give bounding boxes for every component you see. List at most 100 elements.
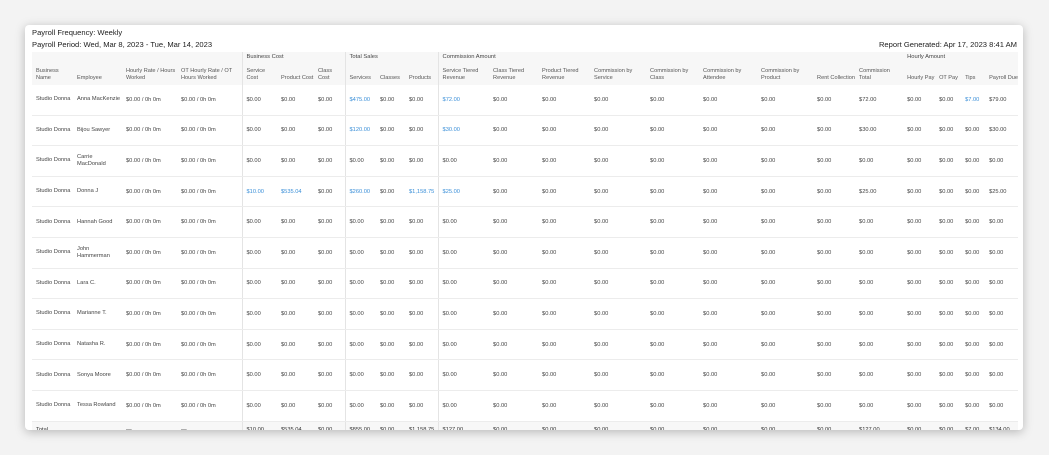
cell-commission-by-product: $0.00	[757, 85, 814, 116]
total-class-tiered-revenue: $0.00	[489, 421, 539, 430]
cell-rent-collection: $0.00	[813, 298, 856, 330]
total-label: Total	[32, 421, 73, 430]
table-row[interactable]: Studio Donna Natasha R. $0.00 / 0h 0m $0.00…	[32, 329, 1019, 361]
cell-hourly-pay: $0.00	[903, 145, 936, 177]
cell-service-tiered-revenue: $0.00	[437, 298, 490, 330]
cell-tips[interactable]: $7.00	[961, 85, 986, 116]
col-header-services: Services	[344, 62, 377, 85]
cell-commission-by-attendee: $0.00	[699, 237, 758, 269]
cell-tips: $0.00	[961, 206, 986, 238]
col-header-ot-hourly-rate-ot-hours-worked: OT Hourly Rate / OT Hours Worked	[181, 68, 233, 82]
cell-service-cost: $0.00	[241, 237, 277, 269]
col-header-rent-collection: Rent Collection	[817, 75, 855, 82]
cell-ot-hourly-rate-ot-hours-worked: $0.00 / 0h 0m	[177, 237, 242, 269]
cell-hourly-rate-hours-worked: $0.00 / 0h 0m	[122, 206, 177, 238]
cell-commission-by-service: $0.00	[590, 298, 647, 330]
cell-commission-by-product: $0.00	[757, 206, 814, 238]
cell-services: $0.00	[344, 237, 377, 269]
group-total-sales: Total Sales	[344, 52, 439, 62]
cell-hourly-pay: $0.00	[903, 176, 936, 208]
cell-commission-by-class: $0.00	[646, 237, 700, 269]
table-row[interactable]: Studio Donna Anna MacKenzie $0.00 / 0h 0m $…	[32, 85, 1019, 116]
cell-commission-by-class: $0.00	[646, 85, 700, 116]
cell-products[interactable]: $1,158.75	[405, 176, 439, 208]
table-row[interactable]: Studio Donna John Hammerman $0.00 / 0h 0m $…	[32, 237, 1019, 269]
table-row[interactable]: Studio Donna Hannah Good $0.00 / 0h 0m $0.0…	[32, 206, 1019, 238]
cell-hourly-pay: $0.00	[903, 85, 936, 116]
cell-service-tiered-revenue[interactable]: $72.00	[437, 85, 490, 116]
cell-classes: $0.00	[376, 268, 406, 300]
cell-service-cost: $0.00	[241, 298, 277, 330]
cell-class-cost: $0.00	[314, 268, 346, 300]
cell-commission-by-service: $0.00	[590, 85, 647, 116]
col-header-product-tiered-revenue: Product Tiered Revenue	[542, 68, 579, 82]
cell-service-tiered-revenue[interactable]: $30.00	[437, 115, 490, 147]
cell-hourly-pay: $0.00	[903, 206, 936, 238]
cell-services: $0.00	[344, 145, 377, 177]
table-row[interactable]: Studio Donna Sonya Moore $0.00 / 0h 0m $0.0…	[32, 359, 1019, 391]
col-header-employee: Employee	[77, 75, 102, 82]
table-row[interactable]: Studio Donna Lara C. $0.00 / 0h 0m $0.00 / …	[32, 268, 1019, 300]
cell-services: $0.00	[344, 390, 377, 422]
cell-ot-pay: $0.00	[935, 206, 962, 238]
cell-commission-by-attendee: $0.00	[699, 390, 758, 422]
cell-hourly-pay: $0.00	[903, 237, 936, 269]
cell-classes: $0.00	[376, 115, 406, 147]
total-employee	[73, 421, 122, 430]
cell-services[interactable]: $120.00	[344, 115, 377, 147]
cell-payroll-due: $30.00	[985, 115, 1019, 147]
cell-commission-by-product: $0.00	[757, 115, 814, 147]
cell-product-cost: $0.00	[277, 390, 314, 422]
table-row[interactable]: Studio Donna Donna J $0.00 / 0h 0m $0.00 / …	[32, 176, 1019, 208]
cell-classes: $0.00	[376, 145, 406, 177]
cell-services[interactable]: $475.00	[344, 85, 377, 116]
cell-services[interactable]: $260.00	[344, 176, 377, 208]
col-header-class-tiered-revenue: Class Tiered Revenue	[493, 68, 525, 82]
cell-commission-by-class: $0.00	[646, 268, 700, 300]
cell-hourly-rate-hours-worked: $0.00 / 0h 0m	[122, 329, 177, 361]
total-hourly-rate-hours-worked: —	[122, 421, 177, 430]
cell-ot-hourly-rate-ot-hours-worked: $0.00 / 0h 0m	[177, 298, 242, 330]
cell-employee: Hannah Good	[73, 206, 122, 238]
table-row[interactable]: Studio Donna Bijou Sawyer $0.00 / 0h 0m $0.…	[32, 115, 1019, 147]
cell-service-tiered-revenue: $0.00	[437, 268, 490, 300]
cell-service-cost: $0.00	[241, 145, 277, 177]
cell-commission-by-attendee: $0.00	[699, 359, 758, 391]
cell-payroll-due: $0.00	[985, 237, 1019, 269]
cell-commission-by-product: $0.00	[757, 145, 814, 177]
group-commission-amount: Commission Amount	[437, 52, 904, 62]
cell-products: $0.00	[405, 359, 439, 391]
table-row[interactable]: Studio Donna Carrie MacDonald $0.00 / 0h 0…	[32, 145, 1019, 177]
cell-commission-by-class: $0.00	[646, 390, 700, 422]
cell-hourly-pay: $0.00	[903, 268, 936, 300]
cell-class-cost: $0.00	[314, 206, 346, 238]
table-row[interactable]: Studio Donna Marianne T. $0.00 / 0h 0m $0.0…	[32, 298, 1019, 330]
cell-employee: Lara C.	[73, 268, 122, 300]
cell-tips: $0.00	[961, 268, 986, 300]
cell-rent-collection: $0.00	[813, 115, 856, 147]
total-commission-total: $127.00	[855, 421, 904, 430]
col-header-ot-pay: OT Pay	[939, 75, 958, 82]
total-service-cost: $10.00	[241, 421, 277, 430]
cell-commission-by-class: $0.00	[646, 176, 700, 208]
table-row[interactable]: Studio Donna Tessa Rowland $0.00 / 0h 0m $0…	[32, 390, 1019, 422]
cell-rent-collection: $0.00	[813, 85, 856, 116]
cell-hourly-rate-hours-worked: $0.00 / 0h 0m	[122, 268, 177, 300]
cell-payroll-due: $0.00	[985, 329, 1019, 361]
cell-rent-collection: $0.00	[813, 176, 856, 208]
cell-commission-by-class: $0.00	[646, 298, 700, 330]
cell-commission-by-product: $0.00	[757, 329, 814, 361]
cell-product-cost: $0.00	[277, 298, 314, 330]
cell-products: $0.00	[405, 268, 439, 300]
cell-hourly-rate-hours-worked: $0.00 / 0h 0m	[122, 115, 177, 147]
cell-service-cost[interactable]: $10.00	[241, 176, 277, 208]
col-header-commission-by-class: Commission by Class	[650, 68, 689, 82]
cell-commission-by-service: $0.00	[590, 176, 647, 208]
cell-service-tiered-revenue[interactable]: $25.00	[437, 176, 490, 208]
cell-commission-total: $25.00	[855, 176, 904, 208]
cell-payroll-due: $79.00	[985, 85, 1019, 116]
total-product-tiered-revenue: $0.00	[538, 421, 591, 430]
cell-commission-by-attendee: $0.00	[699, 85, 758, 116]
cell-product-cost[interactable]: $535.04	[277, 176, 314, 208]
cell-class-tiered-revenue: $0.00	[489, 85, 539, 116]
